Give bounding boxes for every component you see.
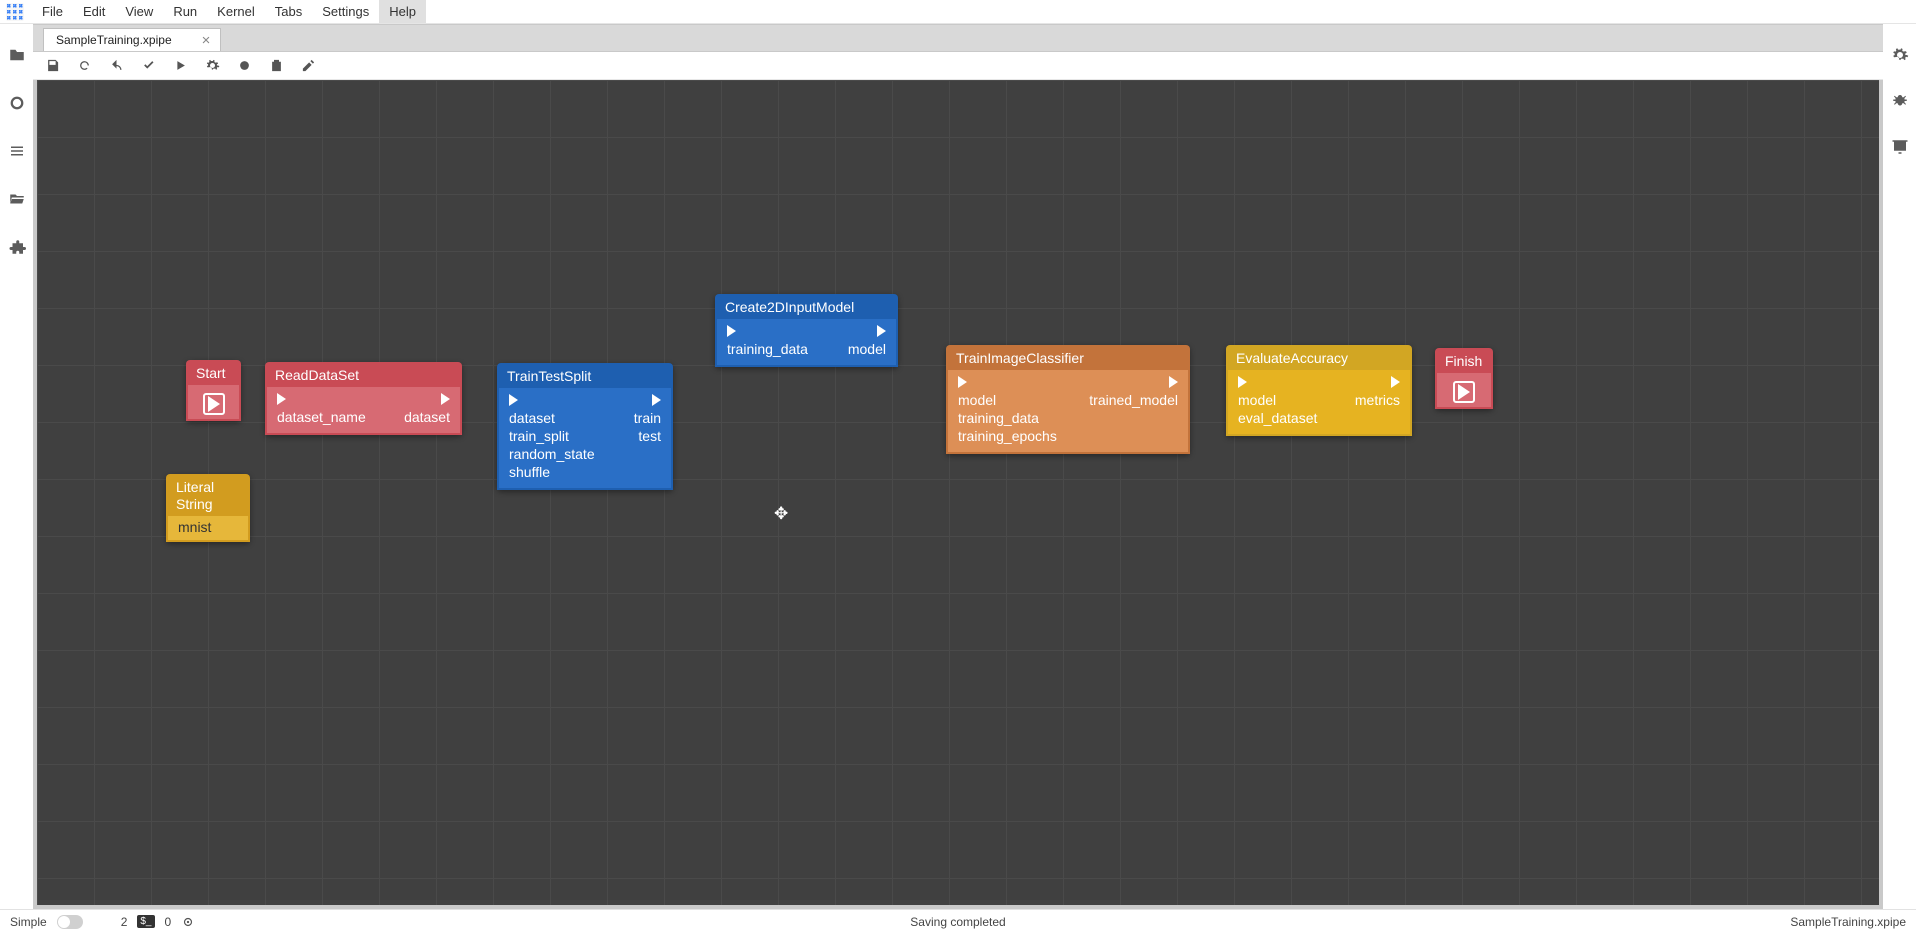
status-left: Simple 2 $_ 0 — [10, 915, 195, 929]
grid-background — [37, 80, 1879, 905]
undo-icon[interactable] — [107, 57, 125, 75]
port-label: model — [958, 392, 1057, 408]
literal-value: mnist — [178, 519, 211, 535]
node-title: TrainImageClassifier — [956, 350, 1084, 366]
node-title: Create2DInputModel — [725, 299, 854, 315]
app-logo-icon — [6, 3, 24, 21]
node-read-dataset[interactable]: ReadDataSet dataset_name dataset — [265, 362, 462, 435]
menu-file[interactable]: File — [32, 0, 73, 23]
status-center-message: Saving completed — [910, 915, 1005, 929]
port-label: dataset_name — [277, 409, 366, 425]
kernel-status-icon[interactable] — [181, 915, 195, 929]
port-label: train — [634, 410, 661, 426]
port-label: metrics — [1355, 392, 1400, 408]
status-count-2: 0 — [165, 915, 172, 929]
port-label: training_data — [727, 341, 808, 357]
edit-icon[interactable] — [299, 57, 317, 75]
port-out-icon — [1169, 376, 1178, 388]
slides-icon[interactable] — [1891, 138, 1909, 156]
port-label: test — [638, 428, 661, 444]
port-out-icon — [1391, 376, 1400, 388]
check-icon[interactable] — [139, 57, 157, 75]
node-title: Literal String — [176, 479, 214, 512]
node-title: Start — [196, 365, 226, 381]
port-label: train_split — [509, 428, 595, 444]
port-label: shuffle — [509, 464, 595, 480]
right-sidebar — [1883, 24, 1916, 909]
play-icon[interactable] — [171, 57, 189, 75]
refresh-icon[interactable] — [75, 57, 93, 75]
clipboard-icon[interactable] — [267, 57, 285, 75]
node-title: ReadDataSet — [275, 367, 359, 383]
port-label: trained_model — [1089, 392, 1178, 408]
node-title: EvaluateAccuracy — [1236, 350, 1348, 366]
tab-strip: SampleTraining.xpipe × — [33, 24, 1883, 52]
port-label: eval_dataset — [1238, 410, 1317, 426]
port-label: model — [1238, 392, 1317, 408]
left-sidebar — [0, 24, 33, 909]
play-port-icon — [1453, 381, 1475, 403]
circle-icon[interactable] — [8, 94, 26, 112]
tab-sample-training[interactable]: SampleTraining.xpipe × — [43, 28, 221, 51]
node-finish[interactable]: Finish — [1435, 348, 1493, 409]
menu-settings[interactable]: Settings — [312, 0, 379, 23]
port-out-icon — [652, 394, 661, 406]
node-start[interactable]: Start — [186, 360, 241, 421]
node-train-image-classifier[interactable]: TrainImageClassifier model training_data… — [946, 345, 1190, 454]
status-count-1: 2 — [121, 915, 128, 929]
mode-toggle[interactable] — [57, 915, 83, 929]
tab-label: SampleTraining.xpipe — [56, 33, 172, 47]
menu-view[interactable]: View — [115, 0, 163, 23]
close-tab-button[interactable]: × — [202, 33, 211, 48]
port-out-icon — [441, 393, 450, 405]
folder-open-icon[interactable] — [8, 190, 26, 208]
terminal-icon[interactable]: $_ — [137, 915, 154, 928]
status-right-filename: SampleTraining.xpipe — [1790, 915, 1906, 929]
menu-kernel[interactable]: Kernel — [207, 0, 265, 23]
port-label: random_state — [509, 446, 595, 462]
pipeline-canvas[interactable]: Start Finish Literal String mni — [33, 80, 1883, 909]
status-bar: Simple 2 $_ 0 Saving completed SampleTra… — [0, 909, 1916, 933]
puzzle-icon[interactable] — [8, 238, 26, 256]
port-in-icon — [1238, 376, 1247, 388]
editor-toolbar — [33, 52, 1883, 80]
port-in-icon — [727, 325, 736, 337]
folder-icon[interactable] — [8, 46, 26, 64]
node-title: TrainTestSplit — [507, 368, 591, 384]
menu-run[interactable]: Run — [163, 0, 207, 23]
node-create-2d-input-model[interactable]: Create2DInputModel training_data model — [715, 294, 898, 367]
port-in-icon — [277, 393, 286, 405]
play-port-icon — [203, 393, 225, 415]
bug-icon[interactable] — [1891, 92, 1909, 110]
port-label: training_data — [958, 410, 1057, 426]
node-literal-string[interactable]: Literal String mnist — [166, 474, 250, 542]
center-column: SampleTraining.xpipe × — [33, 24, 1883, 909]
port-in-icon — [958, 376, 967, 388]
gear-icon[interactable] — [203, 57, 221, 75]
port-in-icon — [509, 394, 518, 406]
record-circle-icon[interactable] — [235, 57, 253, 75]
port-out-icon — [877, 325, 886, 337]
menu-tabs[interactable]: Tabs — [265, 0, 312, 23]
main-row: SampleTraining.xpipe × — [0, 24, 1916, 909]
save-icon[interactable] — [43, 57, 61, 75]
status-mode-label: Simple — [10, 915, 47, 929]
gear-icon[interactable] — [1891, 46, 1909, 64]
port-label: dataset — [509, 410, 595, 426]
menu-help[interactable]: Help — [379, 0, 426, 23]
menu-edit[interactable]: Edit — [73, 0, 115, 23]
list-icon[interactable] — [8, 142, 26, 160]
node-train-test-split[interactable]: TrainTestSplit dataset train_split rando… — [497, 363, 673, 490]
port-label: training_epochs — [958, 428, 1057, 444]
port-label: dataset — [404, 409, 450, 425]
node-title: Finish — [1445, 353, 1482, 369]
port-label: model — [848, 341, 886, 357]
node-evaluate-accuracy[interactable]: EvaluateAccuracy model eval_dataset metr… — [1226, 345, 1412, 436]
menu-bar: File Edit View Run Kernel Tabs Settings … — [0, 0, 1916, 24]
